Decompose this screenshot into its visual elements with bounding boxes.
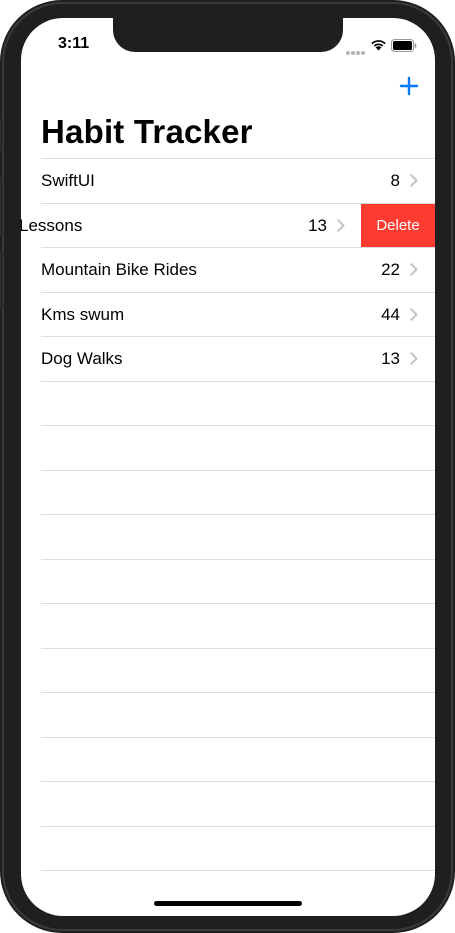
- row-separator: [41, 692, 435, 693]
- habit-name: Dog Walks: [41, 349, 123, 368]
- row-separator: [41, 870, 435, 871]
- device-frame: 3:11 Habit Tracker SwiftUI 8 Lessons 13 Dele…: [0, 0, 455, 933]
- row-separator: [41, 736, 435, 738]
- habit-count: 44: [381, 304, 400, 324]
- row-separator: [41, 781, 435, 782]
- empty-row: [21, 469, 435, 515]
- habit-row[interactable]: Lessons 13 Delete: [21, 202, 435, 247]
- habit-count: 13: [308, 215, 327, 235]
- empty-row: [21, 380, 435, 426]
- habit-row[interactable]: Kms swum 44: [21, 291, 435, 337]
- chevron-right-icon: [410, 352, 418, 365]
- habit-count: 8: [390, 171, 400, 190]
- chevron-right-icon: [337, 218, 345, 232]
- volume-up-button: [0, 176, 3, 236]
- habit-name: SwiftUI: [41, 171, 95, 190]
- add-habit-button[interactable]: [397, 74, 421, 98]
- habit-count: 13: [381, 349, 400, 368]
- habit-row[interactable]: Dog Walks 13: [21, 336, 435, 381]
- habit-name: Mountain Bike Rides: [41, 260, 197, 279]
- habit-row[interactable]: Mountain Bike Rides 22: [21, 247, 435, 292]
- row-separator: [41, 425, 435, 426]
- row-separator: [41, 336, 435, 337]
- empty-row: [21, 825, 435, 871]
- chevron-right-icon: [410, 174, 418, 187]
- empty-row: [21, 425, 435, 470]
- row-separator: [41, 825, 435, 827]
- wifi-icon: [371, 40, 386, 51]
- notch: [113, 18, 343, 52]
- cellular-signal-icon: [346, 42, 366, 60]
- row-separator: [41, 514, 435, 515]
- empty-row: [21, 558, 435, 604]
- mute-switch: [0, 118, 3, 152]
- row-separator: [41, 291, 435, 293]
- empty-row: [21, 603, 435, 648]
- chevron-right-icon: [410, 307, 418, 321]
- row-separator: [41, 469, 435, 471]
- row-separator: [41, 603, 435, 604]
- empty-row: [21, 692, 435, 737]
- battery-icon: [391, 39, 417, 52]
- home-indicator[interactable]: [154, 901, 302, 906]
- habit-count: 22: [381, 260, 400, 279]
- empty-row: [21, 647, 435, 693]
- plus-icon: [399, 76, 419, 96]
- screen: 3:11 Habit Tracker SwiftUI 8 Lessons 13 Dele…: [21, 18, 435, 916]
- row-separator: [41, 558, 435, 560]
- status-indicators: [346, 38, 417, 55]
- row-separator: [41, 647, 435, 649]
- row-separator: [41, 158, 435, 159]
- habit-name: Lessons: [21, 215, 83, 235]
- volume-down-button: [0, 250, 3, 310]
- row-separator: [41, 247, 435, 248]
- habit-list: SwiftUI 8 Lessons 13 Delete Mountain Bike Rid…: [21, 158, 435, 915]
- delete-button[interactable]: Delete: [361, 203, 435, 247]
- empty-row: [21, 736, 435, 782]
- page-title: Habit Tracker: [41, 113, 253, 150]
- chevron-right-icon: [410, 263, 418, 276]
- habit-name: Kms swum: [41, 304, 125, 324]
- empty-row: [21, 781, 435, 826]
- empty-row: [21, 514, 435, 559]
- habit-row[interactable]: SwiftUI 8: [21, 158, 435, 203]
- row-separator: [41, 380, 435, 382]
- empty-row: [21, 870, 435, 915]
- status-time: 3:11: [58, 35, 90, 52]
